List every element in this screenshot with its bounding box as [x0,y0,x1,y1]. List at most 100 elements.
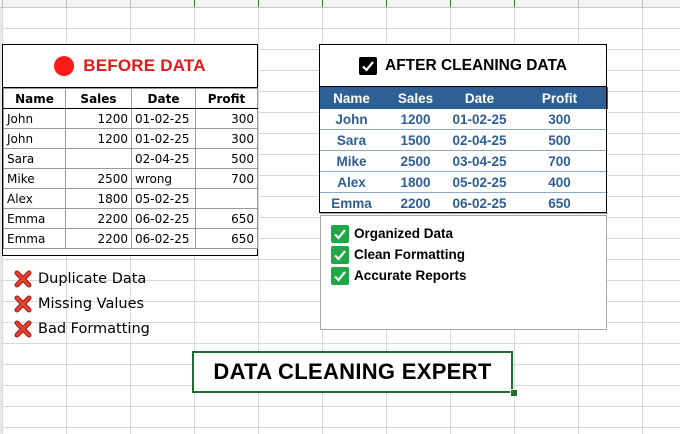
after-cell-sales[interactable]: 1200 [383,108,448,130]
before-cell-profit[interactable]: 500 [195,148,258,169]
after-data-table: Name Sales Date Profit John 1200 01-02-25 3… [319,87,608,214]
before-cell-date[interactable]: wrong [131,168,196,189]
before-header-row: Name Sales Date Profit [3,88,258,109]
before-cell-name[interactable]: Emma [3,208,66,229]
before-cell-profit[interactable]: 700 [195,168,258,189]
before-data-table: Name Sales Date Profit John 1200 01-02-25 3… [3,88,258,249]
red-x-icon [14,320,32,338]
before-cell-sales[interactable]: 2500 [65,168,132,189]
before-cell-profit[interactable]: 300 [195,128,258,149]
after-cell-name[interactable]: John [319,108,384,130]
data-cleaning-expert-banner[interactable]: DATA CLEANING EXPERT [192,351,513,393]
before-table-row: John 1200 01-02-25 300 [3,108,258,129]
benefit-item: Clean Formatting [331,244,465,265]
before-cell-sales[interactable]: 1200 [65,128,132,149]
before-cell-sales[interactable]: 2200 [65,208,132,229]
after-cell-date[interactable]: 06-02-25 [447,192,512,214]
column-divider[interactable] [578,0,579,7]
after-col-profit: Profit [511,87,608,109]
after-col-date: Date [447,87,512,109]
red-x-icon [14,270,32,288]
column-divider[interactable] [194,0,195,7]
red-x-icon [14,295,32,313]
benefits-panel: Organized Data Clean Formatting Accurate R… [320,215,607,330]
before-cell-name[interactable]: Sara [3,148,66,169]
green-checkbox-icon [331,245,349,264]
after-table-row: Mike 2500 03-04-25 700 [319,150,608,172]
after-cell-profit[interactable]: 700 [511,150,608,172]
after-cell-sales[interactable]: 2500 [383,150,448,172]
green-checkbox-icon [331,266,349,285]
before-cell-date[interactable]: 06-02-25 [131,208,196,229]
before-table-row: Alex 1800 05-02-25 [3,188,258,209]
before-cell-profit[interactable]: 300 [195,108,258,129]
after-header-row: Name Sales Date Profit [319,87,608,109]
after-cell-sales[interactable]: 1800 [383,171,448,193]
after-cell-date[interactable]: 02-04-25 [447,129,512,151]
column-header-strip[interactable] [0,0,680,8]
before-cell-name[interactable]: John [3,128,66,149]
before-table-row: Emma 2200 06-02-25 650 [3,228,258,249]
column-divider[interactable] [130,0,131,7]
benefit-item: Accurate Reports [331,265,467,286]
before-cell-profit[interactable]: 650 [195,228,258,249]
before-cell-sales[interactable]: 2200 [65,228,132,249]
before-cell-date[interactable]: 01-02-25 [131,128,196,149]
before-cell-name[interactable]: Alex [3,188,66,209]
before-cell-sales[interactable]: 1200 [65,108,132,129]
after-cell-name[interactable]: Emma [319,192,384,214]
black-checkbox-icon [359,56,378,75]
column-divider[interactable] [322,0,323,7]
column-divider[interactable] [450,0,451,7]
before-cell-sales[interactable]: 1800 [65,188,132,209]
column-divider[interactable] [258,0,259,7]
column-divider[interactable] [514,0,515,7]
after-cell-name[interactable]: Sara [319,129,384,151]
after-table-row: Sara 1500 02-04-25 500 [319,129,608,151]
before-cell-sales[interactable] [65,148,132,169]
before-cell-name[interactable]: John [3,108,66,129]
after-cell-date[interactable]: 03-04-25 [447,150,512,172]
before-data-panel: BEFORE DATA Name Sales Date Profit John 1… [2,44,258,256]
before-cell-name[interactable]: Emma [3,228,66,249]
issue-item: Bad Formatting [14,316,150,341]
before-cell-name[interactable]: Mike [3,168,66,189]
after-table-row: Emma 2200 06-02-25 650 [319,192,608,214]
issues-list: Duplicate Data Missing Values Bad Formatti… [14,266,150,341]
after-cell-date[interactable]: 01-02-25 [447,108,512,130]
before-table-row: Emma 2200 06-02-25 650 [3,208,258,229]
after-cell-profit[interactable]: 300 [511,108,608,130]
benefit-label: Clean Formatting [354,247,466,262]
before-col-sales: Sales [65,88,132,109]
after-col-sales: Sales [383,87,448,109]
column-divider[interactable] [66,0,67,7]
benefit-item: Organized Data [331,223,453,244]
column-divider[interactable] [642,0,643,7]
after-cell-profit[interactable]: 500 [511,129,608,151]
after-cell-name[interactable]: Alex [319,171,384,193]
before-col-date: Date [131,88,196,109]
before-cell-date[interactable]: 06-02-25 [131,228,196,249]
column-divider[interactable] [2,0,3,7]
issue-item: Missing Values [14,291,150,316]
before-cell-date[interactable]: 02-04-25 [131,148,196,169]
before-cell-profit[interactable] [195,188,258,209]
issue-label: Duplicate Data [38,270,147,287]
before-cell-date[interactable]: 01-02-25 [131,108,196,129]
benefit-label: Accurate Reports [354,268,467,283]
after-table-row: Alex 1800 05-02-25 400 [319,171,608,193]
after-cell-name[interactable]: Mike [319,150,384,172]
after-col-name: Name [319,87,384,109]
after-cell-sales[interactable]: 1500 [383,129,448,151]
before-cell-date[interactable]: 05-02-25 [131,188,196,209]
red-dot-icon [54,56,75,76]
after-cell-profit[interactable]: 650 [511,192,608,214]
banner-title: DATA CLEANING EXPERT [213,359,492,384]
column-divider[interactable] [386,0,387,7]
after-cell-profit[interactable]: 400 [511,171,608,193]
after-cell-date[interactable]: 05-02-25 [447,171,512,193]
before-cell-profit[interactable]: 650 [195,208,258,229]
before-data-title: BEFORE DATA [83,56,206,75]
selection-fill-handle[interactable] [510,389,518,397]
after-cell-sales[interactable]: 2200 [383,192,448,214]
